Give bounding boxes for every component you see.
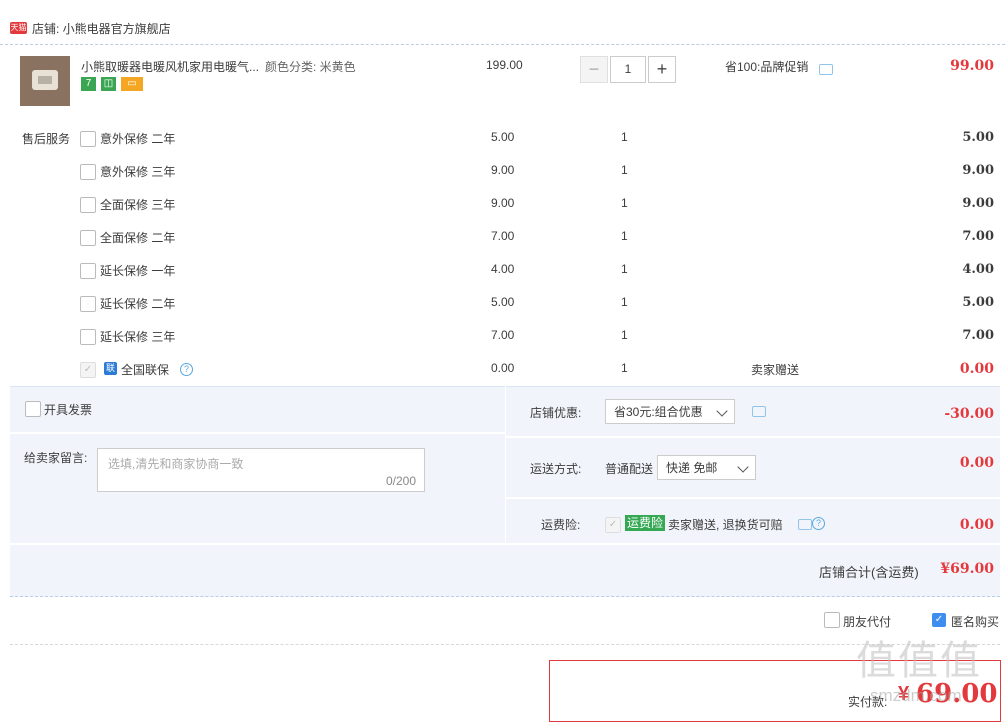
shipping-label: 运送方式: (530, 462, 582, 476)
service-price: 5.00 (491, 130, 515, 144)
service-qty: 1 (621, 361, 628, 375)
credit-card-icon: ▭ (121, 77, 143, 91)
lianbao-checkbox: ✓ (80, 362, 96, 378)
insurance-comment-icon[interactable] (798, 519, 812, 530)
shipping-select[interactable]: 快递 免邮 (657, 455, 756, 480)
freight-insurance-label: 运费险: (541, 518, 581, 532)
service-price: 5.00 (491, 295, 515, 309)
service-qty: 1 (621, 295, 628, 309)
service-amount: 4.00 (962, 262, 994, 277)
chevron-down-icon (737, 461, 749, 473)
unit-price: 199.00 (486, 58, 523, 72)
service-checkbox[interactable] (80, 131, 96, 147)
watermark-site: smzdm.com (870, 686, 962, 705)
message-label: 给卖家留言: (24, 451, 88, 465)
shop-discount-amount: -30.00 (944, 406, 994, 422)
shipping-amount: 0.00 (959, 455, 994, 471)
service-price: 9.00 (491, 163, 515, 177)
certified-icon: ◫ (101, 77, 116, 91)
panel-divider (505, 386, 506, 544)
divider (10, 543, 1000, 545)
service-checkbox[interactable] (80, 164, 96, 180)
shop-name-link[interactable]: 店铺: 小熊电器官方旗舰店 (32, 20, 171, 37)
heater-image (32, 70, 58, 90)
service-price: 4.00 (491, 262, 515, 276)
service-checkbox[interactable] (80, 263, 96, 279)
seven-day-return-icon: 7 (81, 77, 96, 91)
anonymous-checkbox[interactable]: ✓ (932, 613, 946, 627)
service-checkbox[interactable] (80, 230, 96, 246)
service-note: 卖家赠送 (751, 363, 800, 377)
freight-insurance-text: 卖家赠送, 退换货可赔 (668, 518, 783, 532)
product-spec: 颜色分类: 米黄色 (265, 60, 356, 74)
invoice-label: 开具发票 (44, 403, 93, 417)
service-qty: 1 (621, 262, 628, 276)
chevron-down-icon (716, 405, 728, 417)
service-qty: 1 (621, 163, 628, 177)
shop-total-amount: ¥69.00 (940, 561, 994, 577)
service-name: 全面保修 三年 (100, 198, 176, 212)
help-icon[interactable]: ? (180, 363, 193, 376)
service-amount: 9.00 (962, 163, 994, 178)
product-thumbnail[interactable] (20, 56, 70, 106)
invoice-checkbox[interactable] (25, 401, 41, 417)
service-qty: 1 (621, 196, 628, 210)
service-name: 延长保修 二年 (100, 297, 176, 311)
shop-total-label: 店铺合计(含运费) (819, 565, 919, 580)
divider (506, 436, 1000, 438)
freight-insurance-tag: 运费险 (625, 515, 666, 531)
friend-pay-checkbox[interactable] (824, 612, 840, 628)
lianbao-icon: 联 (104, 362, 117, 375)
quantity-input[interactable]: 1 (610, 56, 646, 83)
shop-discount-select[interactable]: 省30元:组合优惠 (605, 399, 735, 424)
service-qty: 1 (621, 130, 628, 144)
service-price: 0.00 (491, 361, 515, 375)
product-title-link[interactable]: 小熊取暖器电暖风机家用电暖气... (81, 58, 259, 75)
service-name: 全国联保 (121, 363, 170, 377)
service-checkbox[interactable] (80, 197, 96, 213)
message-placeholder: 选填,清先和商家协商一致 (108, 457, 244, 471)
promo-comment-icon[interactable] (819, 64, 833, 75)
service-name: 意外保修 二年 (100, 132, 176, 146)
service-amount: 7.00 (962, 328, 994, 343)
help-icon[interactable]: ? (812, 517, 825, 530)
service-amount: 9.00 (962, 196, 994, 211)
service-name: 延长保修 一年 (100, 264, 176, 278)
freight-insurance-checkbox: ✓ (605, 517, 621, 533)
service-qty: 1 (621, 328, 628, 342)
service-name: 意外保修 三年 (100, 165, 176, 179)
service-name: 延长保修 三年 (100, 330, 176, 344)
product-subtotal: 99.00 (950, 58, 994, 74)
shop-discount-value: 省30元:组合优惠 (614, 405, 703, 419)
service-price: 7.00 (491, 229, 515, 243)
message-counter: 0/200 (385, 474, 416, 488)
discount-comment-icon[interactable] (752, 406, 766, 417)
service-amount: 0.00 (959, 361, 994, 377)
divider (506, 497, 1000, 499)
freight-insurance-amount: 0.00 (959, 517, 994, 533)
service-price: 9.00 (491, 196, 515, 210)
divider (10, 644, 1000, 646)
service-amount: 5.00 (962, 130, 994, 145)
increase-quantity-button[interactable]: + (648, 56, 676, 83)
service-name: 全面保修 二年 (100, 231, 176, 245)
divider (10, 432, 505, 434)
service-amount: 7.00 (962, 229, 994, 244)
service-checkbox[interactable] (80, 329, 96, 345)
services-label: 售后服务 (22, 132, 71, 146)
promo-label: 省100:品牌促销 (725, 60, 809, 74)
seller-message-input[interactable]: 选填,清先和商家协商一致 0/200 (97, 448, 425, 492)
shipping-value: 快递 免邮 (666, 461, 718, 475)
tmall-badge-icon: 天猫 (10, 22, 27, 34)
shipping-method: 普通配送 (605, 462, 654, 476)
service-qty: 1 (621, 229, 628, 243)
service-price: 7.00 (491, 328, 515, 342)
service-checkbox[interactable] (80, 296, 96, 312)
shop-discount-label: 店铺优惠: (530, 406, 582, 420)
service-amount: 5.00 (962, 295, 994, 310)
watermark-logo: 值值值 (856, 638, 982, 684)
decrease-quantity-button[interactable]: − (580, 56, 608, 83)
